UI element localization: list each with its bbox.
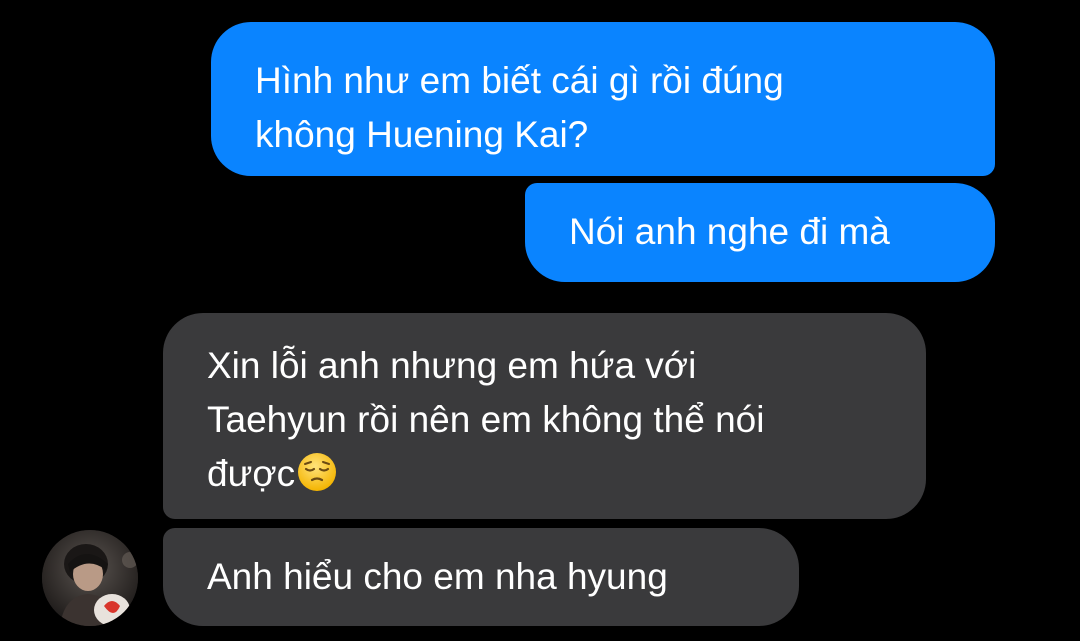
pensive-face-emoji-icon bbox=[297, 452, 337, 492]
message-text: Anh hiểu cho em nha hyung bbox=[207, 556, 668, 597]
message-bubble-outgoing[interactable]: Nói anh nghe đi mà bbox=[525, 183, 995, 282]
contact-avatar[interactable] bbox=[42, 530, 138, 626]
profile-photo-icon bbox=[42, 530, 138, 626]
message-text: Hình như em biết cái gì rồi đúng không H… bbox=[255, 60, 784, 155]
message-bubble-incoming[interactable]: Anh hiểu cho em nha hyung bbox=[163, 528, 799, 626]
message-bubble-outgoing[interactable]: Hình như em biết cái gì rồi đúng không H… bbox=[211, 22, 995, 176]
chat-thread: Hình như em biết cái gì rồi đúng không H… bbox=[0, 0, 1080, 641]
message-text: Nói anh nghe đi mà bbox=[569, 211, 890, 252]
message-text: Xin lỗi anh nhưng em hứa với Taehyun rồi… bbox=[207, 345, 765, 494]
message-bubble-incoming[interactable]: Xin lỗi anh nhưng em hứa với Taehyun rồi… bbox=[163, 313, 926, 519]
